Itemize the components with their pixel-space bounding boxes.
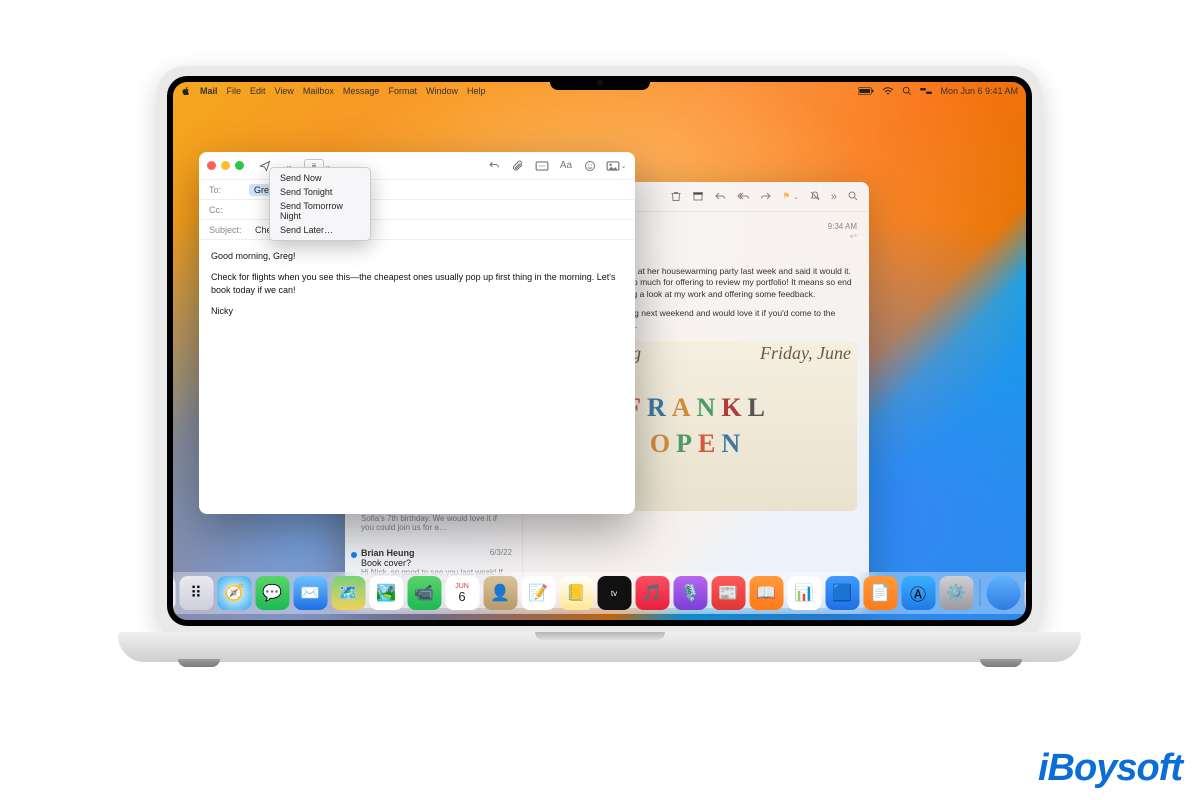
dock-messages-icon[interactable]: 💬 bbox=[255, 576, 289, 610]
dock-podcasts-icon[interactable]: 🎙️ bbox=[673, 576, 707, 610]
notch bbox=[550, 76, 650, 90]
menu-mailbox[interactable]: Mailbox bbox=[303, 86, 334, 96]
search-mail-icon[interactable] bbox=[847, 190, 859, 204]
dock-maps-icon[interactable]: 🗺️ bbox=[331, 576, 365, 610]
close-button[interactable] bbox=[207, 161, 216, 170]
subject-field-row[interactable]: Subject: Cheap fli bbox=[199, 220, 635, 240]
more-icon[interactable]: » bbox=[831, 191, 837, 203]
dock-finder-icon[interactable] bbox=[173, 576, 175, 610]
to-label: To: bbox=[209, 185, 249, 195]
to-field-row[interactable]: To: Greg Scheer bbox=[199, 180, 635, 200]
menu-format[interactable]: Format bbox=[388, 86, 417, 96]
compose-text: Check for flights when you see this—the … bbox=[211, 271, 623, 297]
dock-separator bbox=[979, 579, 980, 607]
send-later-menu: Send Now Send Tonight Send Tomorrow Nigh… bbox=[269, 167, 371, 241]
subject-label: Subject: bbox=[209, 225, 255, 235]
compose-window: ⌄ ≡ Aa ⌄ To: Greg Scheer Cc: Subject: Ch… bbox=[199, 152, 635, 514]
menu-window[interactable]: Window bbox=[426, 86, 458, 96]
menu-message[interactable]: Message bbox=[343, 86, 380, 96]
menu-item-send-later[interactable]: Send Later… bbox=[270, 223, 370, 237]
wifi-icon[interactable] bbox=[882, 86, 894, 96]
dock-downloads-icon[interactable] bbox=[986, 576, 1020, 610]
mute-icon[interactable] bbox=[809, 190, 821, 204]
dock-music-icon[interactable]: 🎵 bbox=[635, 576, 669, 610]
desktop: Mail File Edit View Mailbox Message Form… bbox=[173, 82, 1026, 620]
menu-item-send-now[interactable]: Send Now bbox=[270, 171, 370, 185]
minimize-button[interactable] bbox=[221, 161, 230, 170]
dock: ⠿ 🧭 💬 ✉️ 🗺️ 🏞️ 📹 JUN6 👤 📝 📒 tv 🎵 🎙️ 📰 📖 … bbox=[173, 572, 1026, 614]
reply-inline-icon[interactable]: ↩︎ bbox=[828, 231, 857, 242]
dock-calendar-icon[interactable]: JUN6 bbox=[445, 576, 479, 610]
cc-label: Cc: bbox=[209, 205, 249, 215]
bezel: Mail File Edit View Mailbox Message Form… bbox=[167, 76, 1032, 626]
dock-appstore-icon[interactable]: Ⓐ bbox=[901, 576, 935, 610]
menu-file[interactable]: File bbox=[227, 86, 242, 96]
apple-menu-icon[interactable] bbox=[181, 86, 191, 96]
compose-text: Good morning, Greg! bbox=[211, 250, 623, 263]
undo-icon[interactable] bbox=[485, 160, 503, 172]
attachment-icon[interactable] bbox=[509, 160, 527, 172]
dock-settings-icon[interactable]: ⚙️ bbox=[939, 576, 973, 610]
laptop-frame: Mail File Edit View Mailbox Message Form… bbox=[157, 66, 1042, 636]
reply-all-icon[interactable] bbox=[736, 190, 750, 204]
menu-item-send-tomorrow-night[interactable]: Send Tomorrow Night bbox=[270, 199, 370, 223]
font-icon[interactable]: Aa bbox=[557, 160, 575, 171]
attachment-text: Friday, June bbox=[760, 343, 851, 364]
menu-item-send-tonight[interactable]: Send Tonight bbox=[270, 185, 370, 199]
dock-notes-icon[interactable]: 📒 bbox=[559, 576, 593, 610]
dock-news-icon[interactable]: 📰 bbox=[711, 576, 745, 610]
format-bar-icon[interactable] bbox=[533, 160, 551, 172]
search-icon[interactable] bbox=[902, 86, 912, 96]
compose-titlebar: ⌄ ≡ Aa ⌄ bbox=[199, 152, 635, 180]
dock-facetime-icon[interactable]: 📹 bbox=[407, 576, 441, 610]
emoji-icon[interactable] bbox=[581, 160, 599, 172]
laptop-foot bbox=[980, 659, 1022, 667]
dock-tv-icon[interactable]: tv bbox=[597, 576, 631, 610]
app-name[interactable]: Mail bbox=[200, 86, 218, 96]
dock-numbers-icon[interactable]: 📊 bbox=[787, 576, 821, 610]
compose-body[interactable]: Good morning, Greg! Check for flights wh… bbox=[199, 240, 635, 514]
dock-trash-icon[interactable]: 🗑️ bbox=[1024, 576, 1026, 610]
dock-keynote-icon[interactable]: 🟦 bbox=[825, 576, 859, 610]
laptop-foot bbox=[178, 659, 220, 667]
dock-pages-icon[interactable]: 📄 bbox=[863, 576, 897, 610]
cc-field-row[interactable]: Cc: bbox=[199, 200, 635, 220]
control-center-icon[interactable] bbox=[920, 86, 932, 96]
dock-reminders-icon[interactable]: 📝 bbox=[521, 576, 555, 610]
compose-text: Nicky bbox=[211, 305, 623, 318]
forward-icon[interactable] bbox=[760, 190, 772, 204]
battery-icon[interactable] bbox=[858, 87, 874, 95]
dock-books-icon[interactable]: 📖 bbox=[749, 576, 783, 610]
reply-icon[interactable] bbox=[714, 190, 726, 204]
menu-view[interactable]: View bbox=[275, 86, 294, 96]
menu-edit[interactable]: Edit bbox=[250, 86, 266, 96]
photo-browser-icon[interactable]: ⌄ bbox=[605, 160, 627, 172]
menu-help[interactable]: Help bbox=[467, 86, 486, 96]
zoom-button[interactable] bbox=[235, 161, 244, 170]
watermark: iBoysoft bbox=[1038, 747, 1182, 790]
dock-contacts-icon[interactable]: 👤 bbox=[483, 576, 517, 610]
dock-mail-icon[interactable]: ✉️ bbox=[293, 576, 327, 610]
delete-icon[interactable] bbox=[670, 190, 682, 204]
laptop-base bbox=[118, 632, 1081, 662]
clock[interactable]: Mon Jun 6 9:41 AM bbox=[940, 86, 1018, 96]
dock-photos-icon[interactable]: 🏞️ bbox=[369, 576, 403, 610]
flag-icon[interactable]: ⚑ ⌄ bbox=[782, 191, 798, 202]
message-time: 9:34 AM bbox=[828, 222, 857, 231]
dock-safari-icon[interactable]: 🧭 bbox=[217, 576, 251, 610]
archive-icon[interactable] bbox=[692, 190, 704, 204]
dock-launchpad-icon[interactable]: ⠿ bbox=[179, 576, 213, 610]
